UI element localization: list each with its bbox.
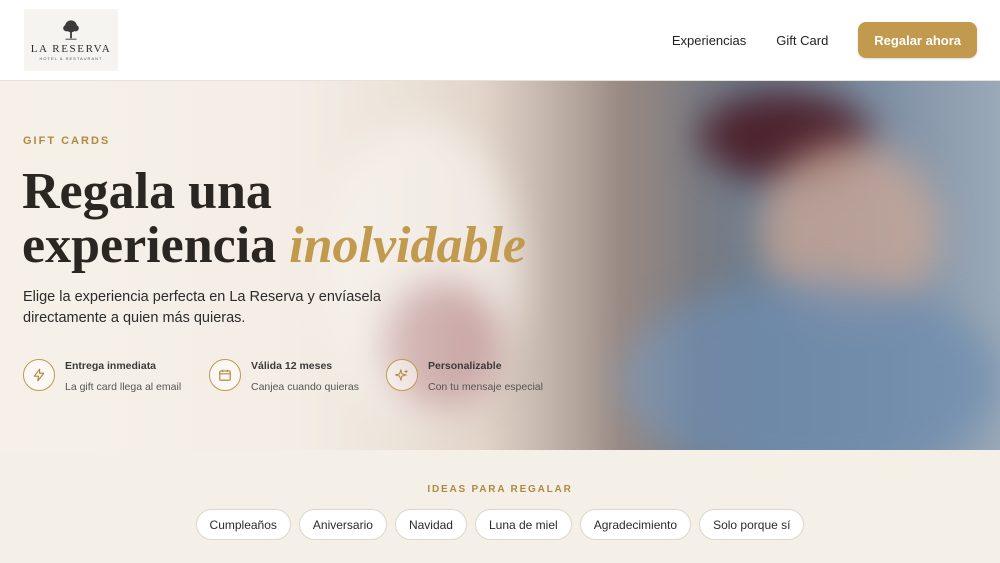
- feature-list: Entrega inmediata La gift card llega al …: [23, 359, 566, 394]
- lightning-icon: [23, 359, 55, 391]
- hero-title-line1: Regala una: [22, 163, 272, 220]
- ideas-label: IDEAS PARA REGALAR: [427, 484, 573, 495]
- ideas-chip-list: Cumpleaños Aniversario Navidad Luna de m…: [0, 509, 1000, 540]
- main-nav: Experiencias Gift Card Regalar ahora: [672, 22, 977, 58]
- brand-logo[interactable]: LA RESERVA HOTEL & RESTAURANT: [24, 9, 118, 71]
- brand-tagline: HOTEL & RESTAURANT: [39, 56, 103, 61]
- chip-agradecimiento[interactable]: Agradecimiento: [579, 509, 692, 540]
- chip-solo-porque-si[interactable]: Solo porque sí: [699, 509, 805, 540]
- feature-desc: Con tu mensaje especial: [428, 381, 543, 393]
- hero-title-line2: experiencia: [22, 217, 277, 274]
- chip-aniversario[interactable]: Aniversario: [298, 509, 387, 540]
- feature-title: Entrega inmediata: [65, 360, 157, 372]
- sparkles-icon: [386, 359, 418, 391]
- hero-section: GIFT CARDS Regala una experiencia inolvi…: [0, 81, 1000, 450]
- hero-title-accent: inolvidable: [289, 217, 527, 274]
- feature-title: Personalizable: [428, 360, 502, 372]
- gift-now-button[interactable]: Regalar ahora: [858, 22, 977, 58]
- feature-item: Válida 12 meses Canjea cuando quieras: [209, 359, 386, 394]
- feature-item: Personalizable Con tu mensaje especial: [386, 359, 566, 394]
- brand-name: LA RESERVA: [30, 43, 112, 55]
- feature-item: Entrega inmediata La gift card llega al …: [23, 359, 209, 394]
- feature-desc: Canjea cuando quieras: [251, 381, 359, 393]
- feature-desc: La gift card llega al email: [65, 381, 182, 393]
- gift-ideas-section: IDEAS PARA REGALAR Cumpleaños Aniversari…: [0, 450, 1000, 563]
- chip-cumpleanos[interactable]: Cumpleaños: [195, 509, 291, 540]
- nav-link-experiencias[interactable]: Experiencias: [672, 33, 746, 48]
- chip-luna-de-miel[interactable]: Luna de miel: [474, 509, 572, 540]
- hero-subtitle: Elige la experiencia perfecta en La Rese…: [23, 289, 381, 326]
- chip-navidad[interactable]: Navidad: [394, 509, 467, 540]
- hero-eyebrow: GIFT CARDS: [23, 135, 111, 147]
- calendar-icon: [209, 359, 241, 391]
- site-header: LA RESERVA HOTEL & RESTAURANT Experienci…: [0, 0, 1000, 81]
- nav-link-gift-card[interactable]: Gift Card: [776, 33, 828, 48]
- hero-title: Regala una experiencia inolvidable: [22, 165, 526, 273]
- tree-icon: [63, 20, 79, 40]
- feature-title: Válida 12 meses: [251, 360, 333, 372]
